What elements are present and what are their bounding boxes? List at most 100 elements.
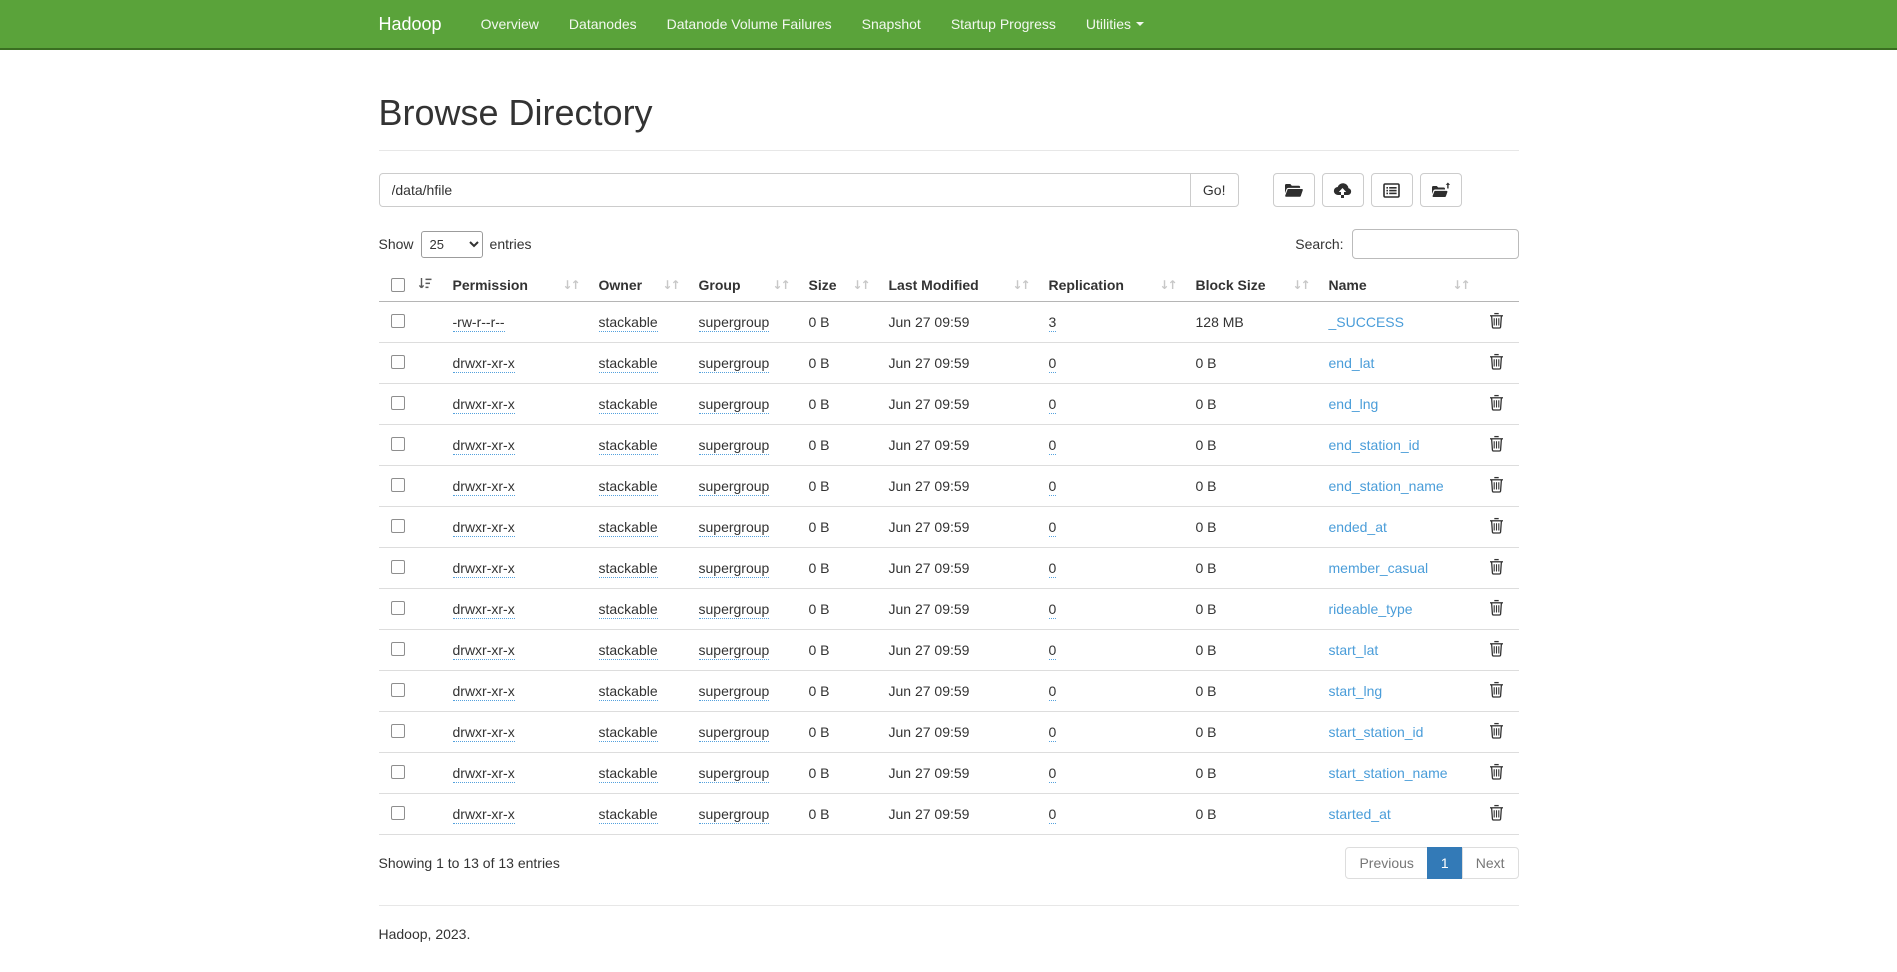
row-checkbox[interactable]	[391, 806, 405, 820]
replication-value[interactable]: 0	[1049, 806, 1057, 824]
file-name-link[interactable]: start_station_name	[1329, 765, 1448, 781]
row-checkbox[interactable]	[391, 560, 405, 574]
delete-file-button[interactable]	[1489, 435, 1504, 455]
permission-value[interactable]: drwxr-xr-x	[453, 724, 515, 742]
permission-value[interactable]: drwxr-xr-x	[453, 560, 515, 578]
group-value[interactable]: supergroup	[699, 765, 770, 783]
nav-item-utilities[interactable]: Utilities	[1071, 16, 1159, 32]
group-value[interactable]: supergroup	[699, 724, 770, 742]
owner-value[interactable]: stackable	[599, 560, 658, 578]
file-name-link[interactable]: end_station_id	[1329, 437, 1420, 453]
group-value[interactable]: supergroup	[699, 437, 770, 455]
group-value[interactable]: supergroup	[699, 478, 770, 496]
sort-icon[interactable]: ↓↑	[852, 278, 872, 292]
sort-icon[interactable]: ↓↑	[1012, 278, 1032, 292]
pagination-next[interactable]: Next	[1462, 847, 1519, 879]
delete-file-button[interactable]	[1489, 476, 1504, 496]
sort-icon[interactable]: ↓↑	[1452, 278, 1472, 292]
replication-value[interactable]: 0	[1049, 519, 1057, 537]
owner-value[interactable]: stackable	[599, 765, 658, 783]
owner-value[interactable]: stackable	[599, 806, 658, 824]
sort-icon[interactable]: ↓↑	[772, 278, 792, 292]
sorted-ascending-icon[interactable]	[418, 277, 437, 293]
owner-value[interactable]: stackable	[599, 396, 658, 414]
replication-value[interactable]: 3	[1049, 314, 1057, 332]
sort-icon[interactable]: ↓↑	[562, 278, 582, 292]
owner-value[interactable]: stackable	[599, 601, 658, 619]
permission-value[interactable]: drwxr-xr-x	[453, 683, 515, 701]
list-alt-button[interactable]	[1371, 173, 1413, 207]
file-name-link[interactable]: start_lat	[1329, 642, 1379, 658]
file-name-link[interactable]: end_lat	[1329, 355, 1375, 371]
folder-open-button[interactable]	[1273, 173, 1315, 207]
permission-value[interactable]: drwxr-xr-x	[453, 396, 515, 414]
group-value[interactable]: supergroup	[699, 314, 770, 332]
owner-value[interactable]: stackable	[599, 355, 658, 373]
page-length-select[interactable]: 25	[421, 231, 483, 258]
permission-value[interactable]: drwxr-xr-x	[453, 437, 515, 455]
row-checkbox[interactable]	[391, 642, 405, 656]
file-name-link[interactable]: start_lng	[1329, 683, 1383, 699]
group-value[interactable]: supergroup	[699, 642, 770, 660]
permission-value[interactable]: drwxr-xr-x	[453, 355, 515, 373]
group-value[interactable]: supergroup	[699, 560, 770, 578]
delete-file-button[interactable]	[1489, 517, 1504, 537]
table-search-input[interactable]	[1352, 229, 1519, 259]
delete-file-button[interactable]	[1489, 640, 1504, 660]
delete-file-button[interactable]	[1489, 763, 1504, 783]
file-name-link[interactable]: start_station_id	[1329, 724, 1424, 740]
navbar-brand[interactable]: Hadoop	[379, 0, 466, 48]
sort-icon[interactable]: ↓↑	[1159, 278, 1179, 292]
delete-file-button[interactable]	[1489, 558, 1504, 578]
replication-value[interactable]: 0	[1049, 683, 1057, 701]
row-checkbox[interactable]	[391, 683, 405, 697]
file-name-link[interactable]: end_station_name	[1329, 478, 1444, 494]
upload-file-button[interactable]	[1322, 173, 1364, 207]
owner-value[interactable]: stackable	[599, 519, 658, 537]
permission-value[interactable]: drwxr-xr-x	[453, 642, 515, 660]
replication-value[interactable]: 0	[1049, 724, 1057, 742]
file-name-link[interactable]: started_at	[1329, 806, 1391, 822]
delete-file-button[interactable]	[1489, 394, 1504, 414]
permission-value[interactable]: drwxr-xr-x	[453, 601, 515, 619]
permission-value[interactable]: -rw-r--r--	[453, 314, 505, 332]
create-directory-button[interactable]	[1420, 173, 1462, 207]
nav-item-overview[interactable]: Overview	[466, 16, 554, 32]
replication-value[interactable]: 0	[1049, 437, 1057, 455]
row-checkbox[interactable]	[391, 519, 405, 533]
nav-item-snapshot[interactable]: Snapshot	[847, 16, 936, 32]
replication-value[interactable]: 0	[1049, 396, 1057, 414]
pagination-previous[interactable]: Previous	[1345, 847, 1427, 879]
delete-file-button[interactable]	[1489, 681, 1504, 701]
owner-value[interactable]: stackable	[599, 642, 658, 660]
file-name-link[interactable]: _SUCCESS	[1329, 314, 1404, 330]
row-checkbox[interactable]	[391, 765, 405, 779]
file-name-link[interactable]: member_casual	[1329, 560, 1429, 576]
replication-value[interactable]: 0	[1049, 601, 1057, 619]
file-name-link[interactable]: end_lng	[1329, 396, 1379, 412]
file-name-link[interactable]: rideable_type	[1329, 601, 1413, 617]
permission-value[interactable]: drwxr-xr-x	[453, 478, 515, 496]
go-button[interactable]: Go!	[1190, 173, 1239, 207]
group-value[interactable]: supergroup	[699, 683, 770, 701]
permission-value[interactable]: drwxr-xr-x	[453, 519, 515, 537]
row-checkbox[interactable]	[391, 396, 405, 410]
permission-value[interactable]: drwxr-xr-x	[453, 765, 515, 783]
directory-path-input[interactable]	[379, 173, 1191, 207]
replication-value[interactable]: 0	[1049, 355, 1057, 373]
replication-value[interactable]: 0	[1049, 765, 1057, 783]
row-checkbox[interactable]	[391, 724, 405, 738]
nav-item-datanode-volume-failures[interactable]: Datanode Volume Failures	[652, 16, 847, 32]
row-checkbox[interactable]	[391, 355, 405, 369]
replication-value[interactable]: 0	[1049, 478, 1057, 496]
delete-file-button[interactable]	[1489, 312, 1504, 332]
sort-icon[interactable]: ↓↑	[662, 278, 682, 292]
row-checkbox[interactable]	[391, 601, 405, 615]
replication-value[interactable]: 0	[1049, 642, 1057, 660]
permission-value[interactable]: drwxr-xr-x	[453, 806, 515, 824]
delete-file-button[interactable]	[1489, 722, 1504, 742]
replication-value[interactable]: 0	[1049, 560, 1057, 578]
group-value[interactable]: supergroup	[699, 601, 770, 619]
nav-item-startup-progress[interactable]: Startup Progress	[936, 16, 1071, 32]
delete-file-button[interactable]	[1489, 353, 1504, 373]
